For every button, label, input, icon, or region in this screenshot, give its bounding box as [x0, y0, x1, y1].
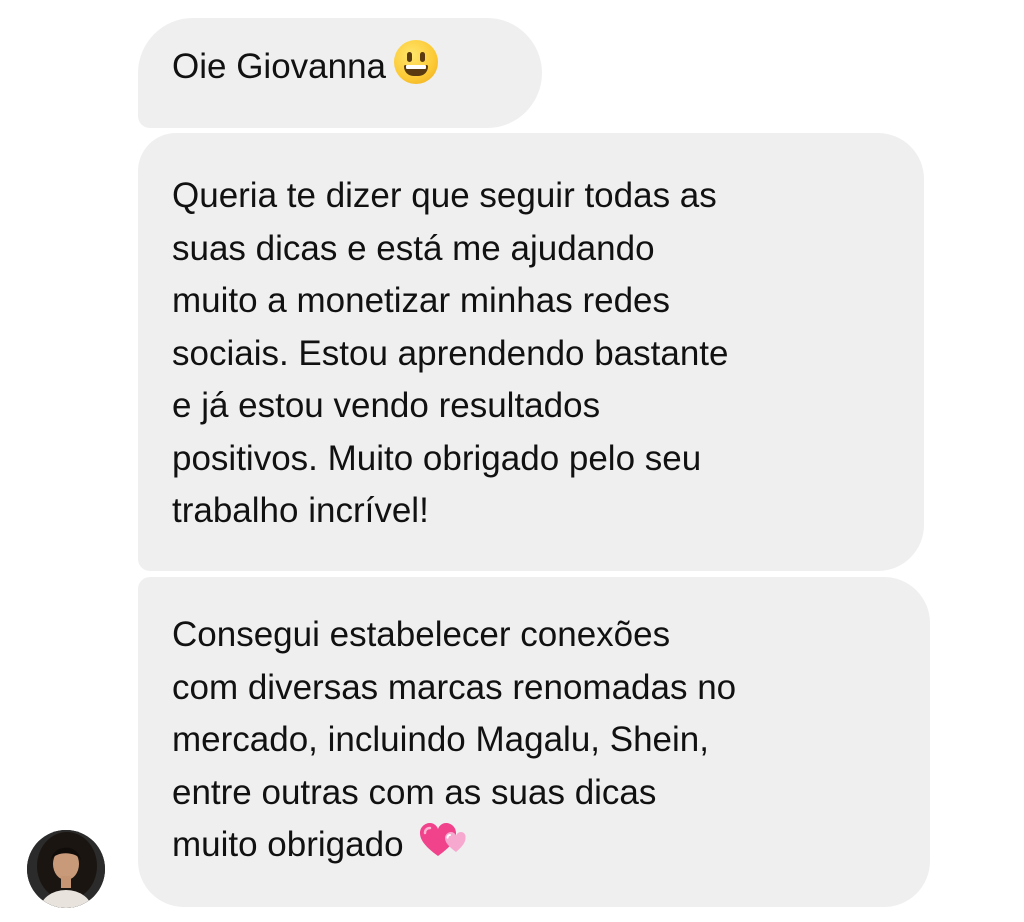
message-1-text: Oie Giovanna [172, 47, 387, 86]
message-2-line-2: suas dicas e está me ajudando [172, 228, 655, 268]
message-2-line-1: Queria te dizer que seguir todas as [172, 176, 717, 215]
emoji-eye-right [420, 52, 426, 62]
message-2-line-3: muito a monetizar minhas redes [172, 281, 670, 320]
message-3-line-1: Consegui estabelecer conexões [172, 615, 671, 654]
message-3-line-5: muito obrigado [172, 819, 900, 876]
message-2-line-4: sociais. Estou aprendendo bastante [172, 333, 729, 373]
emoji-mouth [404, 65, 429, 76]
message-bubble-3[interactable]: Consegui estabelecer conexões com divers… [138, 577, 930, 907]
message-2-line-7: trabalho incrível! [172, 491, 429, 530]
avatar-photo [27, 830, 105, 908]
emoji-eye-left [407, 52, 413, 62]
message-3-line-3: mercado, incluindo Magalu, Shein, [172, 720, 709, 759]
two-hearts-emoji [418, 822, 466, 876]
avatar[interactable] [27, 830, 105, 908]
message-bubble-2[interactable]: Queria te dizer que seguir todas as suas… [138, 133, 924, 571]
message-3-line-5-text: muito obrigado [172, 825, 404, 864]
message-2-line-6: positivos. Muito obrigado pelo seu [172, 438, 702, 478]
two-hearts-svg [419, 823, 466, 856]
message-2-line-5: e já estou vendo resultados [172, 386, 601, 425]
message-3-line-2: com diversas marcas renomadas no [172, 667, 737, 707]
grinning-face-emoji [394, 40, 439, 84]
message-3-line-4: entre outras com as suas dicas [172, 772, 657, 812]
message-bubble-1[interactable]: Oie Giovanna [138, 18, 542, 128]
